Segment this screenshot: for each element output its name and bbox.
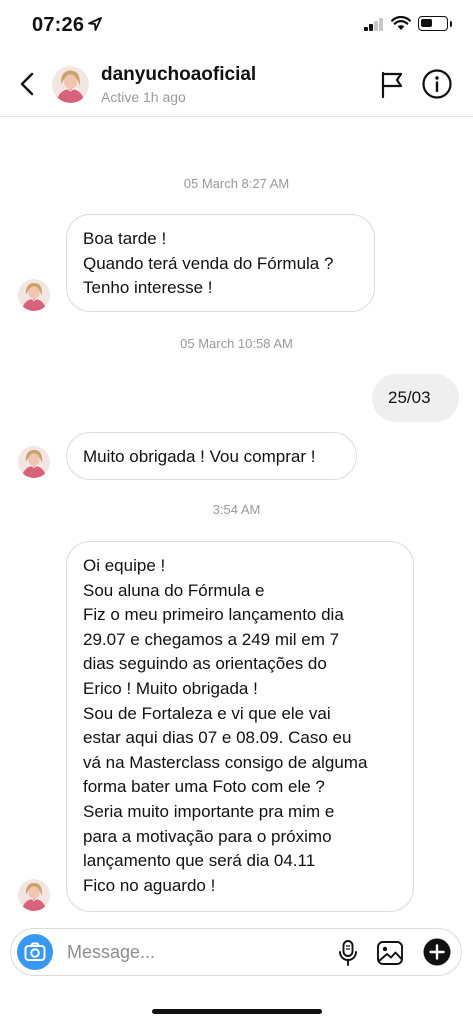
- message-text: Sou de Fortaleza e vi que ele vai: [83, 703, 331, 723]
- battery-level: [421, 19, 432, 27]
- message-text: dias seguindo as orientações do: [83, 654, 327, 674]
- message-text: Boa tarde !: [83, 229, 167, 248]
- message-timestamp: 05 March 10:58 AM: [180, 336, 293, 351]
- status-bar: 07:26: [0, 0, 473, 52]
- avatar[interactable]: [52, 66, 89, 103]
- conversation-header: danyuchoaoficial Active 1h ago: [0, 52, 473, 117]
- message-text: vá na Masterclass consigo de alguma: [83, 752, 368, 772]
- message-text: Oi equipe !: [83, 556, 166, 575]
- camera-icon: [24, 942, 46, 961]
- message-text: 25/03: [388, 388, 431, 407]
- flag-icon[interactable]: [378, 69, 406, 99]
- message-timestamp: 05 March 8:27 AM: [183, 176, 290, 191]
- incoming-message-bubble[interactable]: Oi equipe ! Sou aluna do Fórmula e Fiz o…: [66, 541, 414, 912]
- message-text: forma bater uma Foto com ele ?: [83, 777, 325, 797]
- sender-avatar[interactable]: [18, 279, 50, 311]
- home-indicator[interactable]: [152, 1009, 322, 1014]
- message-text: Fiz o meu primeiro lançamento dia: [83, 605, 344, 625]
- message-text: estar aqui dias 07 e 08.09. Caso eu: [83, 728, 352, 748]
- incoming-message-bubble[interactable]: Boa tarde ! Quando terá venda do Fórmula…: [66, 214, 375, 312]
- wifi-icon: [391, 16, 411, 30]
- message-text: Seria muito importante pra mim e: [83, 801, 335, 821]
- sender-avatar[interactable]: [18, 446, 50, 478]
- message-text: lançamento que será dia 04.11: [83, 851, 316, 871]
- status-time: 07:26: [32, 14, 85, 36]
- message-composer: [10, 928, 462, 976]
- message-text: Sou aluna do Fórmula e: [83, 580, 265, 600]
- location-arrow-icon: [88, 17, 102, 31]
- message-text: Erico ! Muito obrigada !: [83, 678, 258, 698]
- active-status: Active 1h ago: [101, 89, 186, 105]
- outgoing-message-bubble[interactable]: 25/03: [372, 374, 459, 422]
- message-text: Quando terá venda do Fórmula ?: [83, 253, 334, 273]
- message-text: Muito obrigada ! Vou comprar !: [83, 447, 316, 466]
- message-text: 29.07 e chegamos a 249 mil em 7: [83, 629, 340, 649]
- message-text: Tenho interesse !: [83, 278, 213, 298]
- incoming-message-bubble[interactable]: Muito obrigada ! Vou comprar !: [66, 432, 357, 480]
- cellular-signal-icon: [364, 18, 384, 31]
- plus-circle-icon[interactable]: [423, 938, 451, 966]
- message-text: Fico no aguardo !: [83, 875, 216, 895]
- image-gallery-icon[interactable]: [376, 939, 404, 967]
- battery-icon: [418, 16, 452, 31]
- message-input[interactable]: [67, 937, 317, 967]
- message-timestamp: 3:54 AM: [212, 502, 261, 517]
- info-icon[interactable]: [421, 68, 453, 100]
- camera-button[interactable]: [17, 934, 53, 970]
- message-text: para a motivação para o próximo: [83, 826, 332, 846]
- conversation-username[interactable]: danyuchoaoficial: [101, 64, 256, 86]
- microphone-icon[interactable]: [337, 939, 359, 967]
- sender-avatar[interactable]: [18, 879, 50, 911]
- chevron-left-icon[interactable]: [14, 68, 42, 100]
